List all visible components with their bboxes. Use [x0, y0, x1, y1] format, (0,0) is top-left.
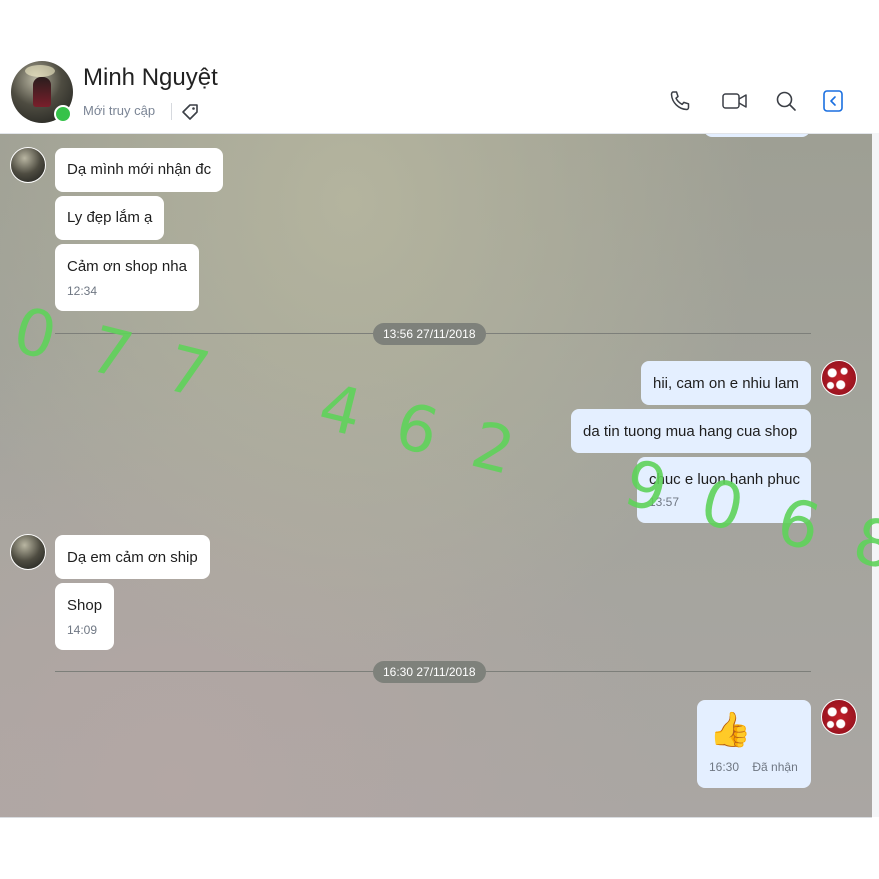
scrollbar-track[interactable]: [872, 133, 879, 817]
message-meta: 16:30 Đã nhận: [709, 760, 799, 774]
my-avatar[interactable]: [821, 699, 857, 735]
date-separator: 13:56 27/11/2018: [373, 323, 486, 345]
panel-toggle-icon[interactable]: [822, 89, 844, 118]
message-bubble[interactable]: Dạ em cảm ơn ship: [55, 535, 210, 579]
message-bubble[interactable]: Cảm ơn shop nha 12:34: [55, 244, 199, 311]
message-bubble[interactable]: 👍 16:30 Đã nhận: [697, 700, 811, 788]
message-text: da tin tuong mua hang cua shop: [583, 423, 798, 440]
contact-status: Mới truy cập: [83, 103, 156, 118]
message-bubble[interactable]: Ly đẹp lắm ạ: [55, 196, 165, 240]
message-text: chuc e luon hanh phuc: [649, 471, 800, 488]
my-avatar[interactable]: [821, 360, 857, 396]
message-text: Dạ em cảm ơn ship: [67, 549, 198, 566]
phone-icon[interactable]: [668, 89, 692, 118]
contact-avatar-small[interactable]: [10, 534, 46, 570]
avatar-light: [25, 65, 55, 77]
message-bubble[interactable]: chuc e luon hanh phuc 13:57: [637, 457, 811, 523]
message-text: Cảm ơn shop nha: [67, 258, 187, 275]
thumbs-up-icon: 👍: [709, 711, 752, 749]
message-text: hii, cam on e nhiu lam: [653, 375, 799, 392]
search-icon[interactable]: [774, 89, 798, 118]
message-time: 16:30: [709, 760, 740, 774]
contact-name[interactable]: Minh Nguyệt: [83, 64, 218, 92]
status-divider: [171, 103, 172, 120]
message-bubble[interactable]: Shop 14:09: [55, 583, 115, 650]
read-receipt: Đã nhận: [752, 760, 798, 774]
online-status-dot: [54, 105, 72, 123]
message-time: 13:57: [649, 495, 680, 509]
chat-bottom-border: [0, 817, 872, 818]
message-bubble[interactable]: hii, cam on e nhiu lam: [641, 361, 811, 405]
message-time: 12:34: [67, 284, 98, 298]
message-text: Shop: [67, 597, 103, 614]
contact-avatar-small[interactable]: [10, 147, 46, 183]
message-text: Dạ mình mới nhận đc: [67, 161, 212, 178]
avatar-figure: [33, 77, 51, 107]
tag-icon[interactable]: [180, 102, 200, 127]
message-time: 14:09: [67, 623, 98, 637]
message-bubble[interactable]: da tin tuong mua hang cua shop: [571, 409, 811, 453]
message-bubble[interactable]: Dạ mình mới nhận đc: [55, 148, 224, 192]
date-separator: 16:30 27/11/2018: [373, 661, 486, 683]
video-call-icon[interactable]: [721, 89, 748, 118]
message-text: Ly đẹp lắm ạ: [67, 209, 153, 226]
